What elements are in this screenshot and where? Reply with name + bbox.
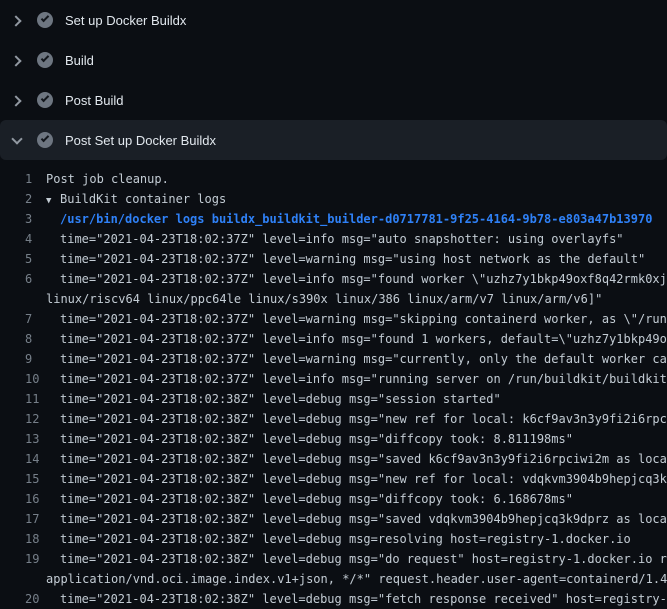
step-label: Post Build <box>65 93 124 108</box>
collapse-caret-icon[interactable]: ▼ <box>46 191 60 211</box>
log-line-text: time="2021-04-23T18:02:38Z" level=debug … <box>46 409 667 429</box>
log-line-text: Post job cleanup. <box>46 169 169 189</box>
log-line-text: time="2021-04-23T18:02:38Z" level=debug … <box>46 589 667 609</box>
line-number <box>0 289 46 309</box>
line-number[interactable]: 19 <box>0 549 46 569</box>
step-header-set-up-docker-buildx[interactable]: Set up Docker Buildx <box>0 0 667 40</box>
log-viewer: 1Post job cleanup.2▼BuildKit container l… <box>0 160 667 609</box>
log-line: 13time="2021-04-23T18:02:38Z" level=debu… <box>0 429 667 449</box>
log-line-text: time="2021-04-23T18:02:38Z" level=debug … <box>46 529 631 549</box>
step-header-build[interactable]: Build <box>0 40 667 80</box>
check-mark <box>40 14 48 22</box>
step-header-post-build[interactable]: Post Build <box>0 80 667 120</box>
line-number[interactable]: 8 <box>0 329 46 349</box>
line-number[interactable]: 4 <box>0 229 46 249</box>
log-line: 15time="2021-04-23T18:02:38Z" level=debu… <box>0 469 667 489</box>
log-line: 16time="2021-04-23T18:02:38Z" level=debu… <box>0 489 667 509</box>
log-group-label[interactable]: BuildKit container logs <box>60 192 226 206</box>
line-number[interactable]: 6 <box>0 269 46 289</box>
log-line: 17time="2021-04-23T18:02:38Z" level=debu… <box>0 509 667 529</box>
log-line-wrap: application/vnd.oci.image.index.v1+json,… <box>0 569 667 589</box>
step-label: Set up Docker Buildx <box>65 13 186 28</box>
steps-list: Set up Docker Buildx Build Post Build Post … <box>0 0 667 160</box>
step-label: Post Set up Docker Buildx <box>65 133 216 148</box>
log-line-wrap: linux/riscv64 linux/ppc64le linux/s390x … <box>0 289 667 309</box>
log-line: 12time="2021-04-23T18:02:38Z" level=debu… <box>0 409 667 429</box>
line-number[interactable]: 5 <box>0 249 46 269</box>
log-line: 4time="2021-04-23T18:02:37Z" level=info … <box>0 229 667 249</box>
log-line: 20time="2021-04-23T18:02:38Z" level=debu… <box>0 589 667 609</box>
log-line-text: time="2021-04-23T18:02:38Z" level=debug … <box>46 449 667 469</box>
log-line-text: time="2021-04-23T18:02:37Z" level=warnin… <box>46 349 667 369</box>
chevron-down-icon <box>8 132 24 148</box>
line-number[interactable]: 11 <box>0 389 46 409</box>
line-number[interactable]: 15 <box>0 469 46 489</box>
log-line: 1Post job cleanup. <box>0 169 667 189</box>
log-line-text: time="2021-04-23T18:02:38Z" level=debug … <box>46 549 667 569</box>
step-header-post-set-up-docker-buildx[interactable]: Post Set up Docker Buildx <box>0 120 667 160</box>
log-line-text: ▼BuildKit container logs <box>46 189 226 209</box>
log-line: 11time="2021-04-23T18:02:38Z" level=debu… <box>0 389 667 409</box>
line-number[interactable]: 10 <box>0 369 46 389</box>
log-line: 10time="2021-04-23T18:02:37Z" level=info… <box>0 369 667 389</box>
line-number[interactable]: 13 <box>0 429 46 449</box>
line-number[interactable]: 3 <box>0 209 46 229</box>
log-line: 6time="2021-04-23T18:02:37Z" level=info … <box>0 269 667 289</box>
chevron-right-icon <box>8 92 24 108</box>
log-command-text: /usr/bin/docker logs buildx_buildkit_bui… <box>46 209 652 229</box>
log-line-text: time="2021-04-23T18:02:37Z" level=warnin… <box>46 309 667 329</box>
line-number[interactable]: 20 <box>0 589 46 609</box>
line-number[interactable]: 1 <box>0 169 46 189</box>
line-number[interactable]: 18 <box>0 529 46 549</box>
log-line: 8time="2021-04-23T18:02:37Z" level=info … <box>0 329 667 349</box>
log-line: 5time="2021-04-23T18:02:37Z" level=warni… <box>0 249 667 269</box>
log-line-text: time="2021-04-23T18:02:38Z" level=debug … <box>46 509 667 529</box>
line-number[interactable]: 7 <box>0 309 46 329</box>
log-line-text: time="2021-04-23T18:02:37Z" level=warnin… <box>46 249 645 269</box>
check-circle-icon <box>37 132 53 148</box>
chevron-right-icon <box>8 52 24 68</box>
line-number[interactable]: 12 <box>0 409 46 429</box>
log-line-text: time="2021-04-23T18:02:38Z" level=debug … <box>46 489 573 509</box>
line-number[interactable]: 17 <box>0 509 46 529</box>
log-line: 3/usr/bin/docker logs buildx_buildkit_bu… <box>0 209 667 229</box>
step-label: Build <box>65 53 94 68</box>
check-circle-icon <box>37 52 53 68</box>
log-line-text: linux/riscv64 linux/ppc64le linux/s390x … <box>46 289 602 309</box>
line-number[interactable]: 14 <box>0 449 46 469</box>
log-line-text: time="2021-04-23T18:02:37Z" level=info m… <box>46 229 624 249</box>
line-number[interactable]: 9 <box>0 349 46 369</box>
line-number <box>0 569 46 589</box>
check-mark <box>40 94 48 102</box>
log-line: 19time="2021-04-23T18:02:38Z" level=debu… <box>0 549 667 569</box>
line-number[interactable]: 2 <box>0 189 46 209</box>
line-number[interactable]: 16 <box>0 489 46 509</box>
log-line-text: time="2021-04-23T18:02:37Z" level=info m… <box>46 269 667 289</box>
log-line-text: time="2021-04-23T18:02:38Z" level=debug … <box>46 429 573 449</box>
log-line-text: time="2021-04-23T18:02:38Z" level=debug … <box>46 469 667 489</box>
check-mark <box>40 134 48 142</box>
log-line: 14time="2021-04-23T18:02:38Z" level=debu… <box>0 449 667 469</box>
log-line-text: time="2021-04-23T18:02:38Z" level=debug … <box>46 389 501 409</box>
chevron-right-icon <box>8 12 24 28</box>
log-line-text: time="2021-04-23T18:02:37Z" level=info m… <box>46 369 667 389</box>
check-mark <box>40 54 48 62</box>
check-circle-icon <box>37 92 53 108</box>
log-line: 18time="2021-04-23T18:02:38Z" level=debu… <box>0 529 667 549</box>
log-line-text: application/vnd.oci.image.index.v1+json,… <box>46 569 667 589</box>
log-line-text: time="2021-04-23T18:02:37Z" level=info m… <box>46 329 667 349</box>
log-line: 7time="2021-04-23T18:02:37Z" level=warni… <box>0 309 667 329</box>
check-circle-icon <box>37 12 53 28</box>
log-line: 9time="2021-04-23T18:02:37Z" level=warni… <box>0 349 667 369</box>
log-line: 2▼BuildKit container logs <box>0 189 667 209</box>
